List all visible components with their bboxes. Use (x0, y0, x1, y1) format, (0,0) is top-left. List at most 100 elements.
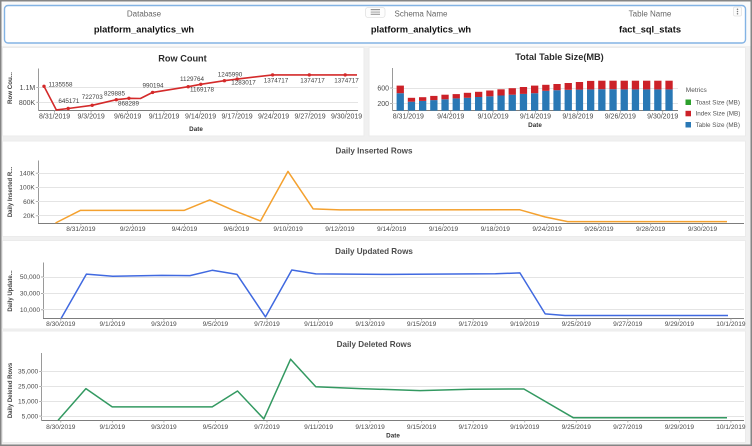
svg-text:20K: 20K (23, 213, 35, 220)
svg-text:9/15/2019: 9/15/2019 (407, 424, 437, 431)
svg-text:Daily Inserted R...: Daily Inserted R... (8, 166, 14, 217)
svg-text:8/30/2019: 8/30/2019 (46, 321, 76, 328)
svg-text:9/6/2019: 9/6/2019 (223, 226, 249, 233)
svg-text:Table Name: Table Name (629, 10, 672, 19)
svg-text:15,000: 15,000 (18, 399, 39, 406)
svg-text:9/11/2019: 9/11/2019 (304, 321, 333, 328)
svg-text:Daily Updated Rows: Daily Updated Rows (335, 247, 413, 256)
svg-text:8/31/2019: 8/31/2019 (393, 113, 424, 120)
svg-text:9/15/2019: 9/15/2019 (407, 321, 437, 328)
svg-text:9/18/2019: 9/18/2019 (562, 113, 593, 120)
svg-text:9/24/2019: 9/24/2019 (258, 113, 289, 120)
svg-text:1374717: 1374717 (334, 77, 359, 84)
svg-text:9/28/2019: 9/28/2019 (636, 226, 666, 233)
svg-text:platform_analytics_wh: platform_analytics_wh (371, 25, 472, 35)
svg-text:9/26/2019: 9/26/2019 (584, 226, 614, 233)
svg-text:200: 200 (377, 101, 389, 108)
svg-text:9/2/2019: 9/2/2019 (120, 226, 146, 233)
svg-text:9/19/2019: 9/19/2019 (510, 424, 540, 431)
svg-text:9/19/2019: 9/19/2019 (510, 321, 540, 328)
svg-text:35,000: 35,000 (18, 369, 39, 376)
svg-text:9/5/2019: 9/5/2019 (203, 321, 229, 328)
svg-text:Date: Date (528, 122, 542, 129)
svg-text:9/3/2019: 9/3/2019 (77, 113, 104, 120)
svg-text:Toast Size (MB): Toast Size (MB) (696, 99, 740, 106)
svg-text:fact_sql_stats: fact_sql_stats (619, 25, 681, 35)
svg-text:9/27/2019: 9/27/2019 (613, 321, 643, 328)
svg-text:1135558: 1135558 (49, 81, 74, 88)
svg-text:10,000: 10,000 (20, 307, 41, 314)
svg-text:990194: 990194 (142, 83, 164, 90)
svg-text:100K: 100K (19, 185, 35, 192)
svg-text:9/14/2019: 9/14/2019 (377, 226, 407, 233)
svg-text:9/27/2019: 9/27/2019 (613, 424, 643, 431)
svg-text:9/30/2019: 9/30/2019 (647, 113, 678, 120)
svg-text:868289: 868289 (118, 101, 140, 108)
svg-text:9/17/2019: 9/17/2019 (459, 424, 489, 431)
svg-text:platform_analytics_wh: platform_analytics_wh (94, 25, 195, 35)
svg-text:8/31/2019: 8/31/2019 (39, 113, 70, 120)
svg-text:30,000: 30,000 (20, 291, 41, 298)
svg-text:9/12/2019: 9/12/2019 (325, 226, 355, 233)
svg-text:1129764: 1129764 (180, 76, 205, 83)
svg-text:1283017: 1283017 (231, 80, 256, 87)
svg-text:9/5/2019: 9/5/2019 (203, 424, 229, 431)
svg-text:9/16/2019: 9/16/2019 (429, 226, 459, 233)
svg-text:1.1M: 1.1M (20, 85, 36, 92)
svg-text:9/29/2019: 9/29/2019 (665, 321, 695, 328)
svg-text:9/17/2019: 9/17/2019 (459, 321, 489, 328)
svg-text:9/4/2019: 9/4/2019 (172, 226, 198, 233)
svg-text:1374717: 1374717 (300, 77, 325, 84)
svg-text:9/18/2019: 9/18/2019 (481, 226, 511, 233)
svg-text:9/4/2019: 9/4/2019 (437, 113, 464, 120)
svg-text:Table Size (MB): Table Size (MB) (696, 122, 740, 129)
svg-text:9/3/2019: 9/3/2019 (151, 321, 177, 328)
svg-text:Row Cou...: Row Cou... (7, 72, 14, 104)
svg-text:9/6/2019: 9/6/2019 (114, 113, 141, 120)
svg-text:Date: Date (386, 433, 400, 440)
svg-text:50,000: 50,000 (20, 274, 41, 281)
svg-text:9/11/2019: 9/11/2019 (149, 113, 180, 120)
svg-text:1245990: 1245990 (218, 71, 243, 78)
svg-text:8/31/2019: 8/31/2019 (66, 226, 96, 233)
svg-text:9/10/2019: 9/10/2019 (478, 113, 509, 120)
svg-text:9/24/2019: 9/24/2019 (532, 226, 562, 233)
svg-text:1374717: 1374717 (264, 77, 289, 84)
svg-text:9/26/2019: 9/26/2019 (605, 113, 636, 120)
svg-text:Index Size (MB): Index Size (MB) (696, 111, 741, 118)
svg-text:9/27/2019: 9/27/2019 (295, 113, 326, 120)
svg-text:Database: Database (127, 10, 162, 19)
svg-text:645171: 645171 (58, 98, 80, 105)
svg-text:Total Table Size(MB): Total Table Size(MB) (515, 52, 603, 62)
svg-text:722703: 722703 (82, 94, 104, 101)
svg-text:5,000: 5,000 (22, 413, 39, 420)
svg-text:Date: Date (189, 126, 203, 133)
svg-text:9/7/2019: 9/7/2019 (254, 424, 280, 431)
svg-text:10/1/2019: 10/1/2019 (716, 321, 746, 328)
svg-text:Schema Name: Schema Name (395, 10, 448, 19)
svg-text:25,000: 25,000 (18, 384, 39, 391)
svg-text:9/13/2019: 9/13/2019 (355, 321, 385, 328)
svg-text:60K: 60K (23, 199, 35, 206)
svg-text:10/1/2019: 10/1/2019 (716, 424, 746, 431)
svg-text:9/14/2019: 9/14/2019 (520, 113, 551, 120)
svg-text:800K: 800K (19, 100, 36, 107)
svg-text:9/17/2019: 9/17/2019 (222, 113, 253, 120)
svg-text:9/1/2019: 9/1/2019 (99, 424, 125, 431)
svg-text:9/1/2019: 9/1/2019 (99, 321, 125, 328)
svg-text:Daily Deleted Rows: Daily Deleted Rows (337, 340, 412, 349)
svg-text:9/29/2019: 9/29/2019 (665, 424, 695, 431)
svg-text:9/30/2019: 9/30/2019 (688, 226, 718, 233)
svg-text:9/3/2019: 9/3/2019 (151, 424, 177, 431)
svg-text:9/14/2019: 9/14/2019 (185, 113, 216, 120)
svg-text:1169178: 1169178 (190, 86, 215, 93)
svg-text:8/30/2019: 8/30/2019 (46, 424, 76, 431)
svg-text:9/13/2019: 9/13/2019 (355, 424, 385, 431)
svg-text:9/30/2019: 9/30/2019 (331, 113, 362, 120)
svg-text:9/10/2019: 9/10/2019 (273, 226, 303, 233)
svg-text:9/25/2019: 9/25/2019 (562, 321, 592, 328)
svg-text:Metrics: Metrics (686, 87, 708, 94)
svg-text:9/7/2019: 9/7/2019 (254, 321, 280, 328)
svg-text:Daily Update...: Daily Update... (8, 270, 14, 312)
svg-text:Daily Deleted Rows: Daily Deleted Rows (8, 362, 14, 418)
